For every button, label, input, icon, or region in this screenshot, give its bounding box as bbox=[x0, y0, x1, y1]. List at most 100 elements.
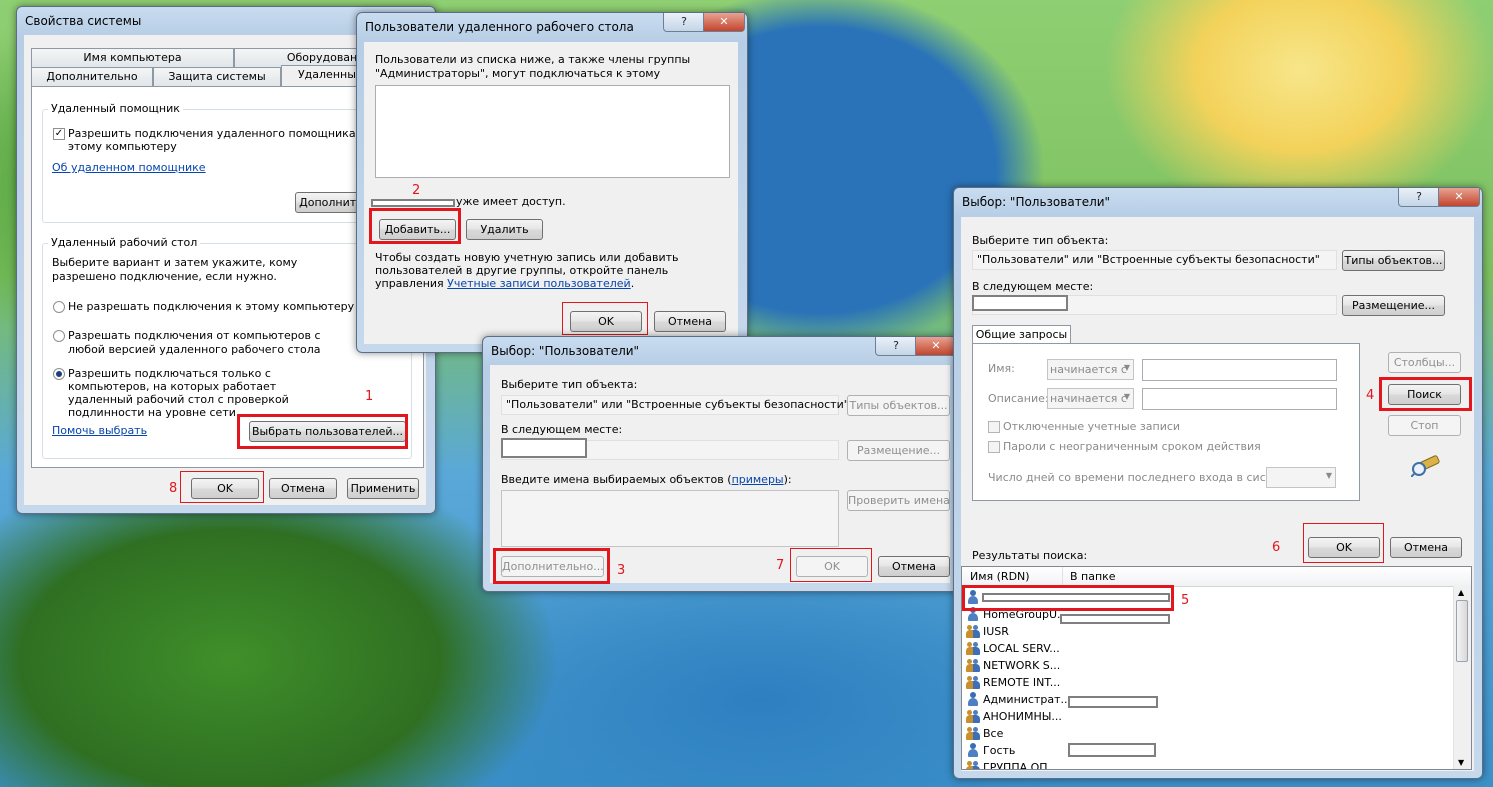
rdu-cancel-button[interactable]: Отмена bbox=[654, 311, 726, 332]
disabled-accounts-checkbox[interactable] bbox=[988, 421, 1000, 433]
name-filter-combo[interactable]: начинается с ▼ bbox=[1047, 359, 1134, 380]
description-input[interactable] bbox=[1142, 388, 1337, 410]
redacted-location bbox=[972, 295, 1068, 311]
scroll-up-icon[interactable]: ▲ bbox=[1458, 588, 1464, 597]
tab-common-queries[interactable]: Общие запросы bbox=[972, 325, 1071, 344]
annotation-number-7: 7 bbox=[776, 558, 785, 573]
users-list[interactable] bbox=[375, 85, 730, 178]
already-access-label: уже имеет доступ. bbox=[456, 195, 566, 208]
window-title: Выбор: "Пользователи" bbox=[491, 344, 640, 358]
help-icon[interactable]: ? bbox=[1398, 188, 1440, 207]
object-type-label: Выберите тип объекта: bbox=[972, 234, 1109, 247]
tab-system-protection[interactable]: Защита системы bbox=[153, 67, 281, 86]
group-icon bbox=[966, 675, 980, 689]
sel2-cancel-button[interactable]: Отмена bbox=[1390, 537, 1462, 558]
close-icon[interactable]: ✕ bbox=[915, 337, 957, 356]
help-choose-link[interactable]: Помочь выбрать bbox=[52, 424, 147, 437]
close-icon[interactable]: ✕ bbox=[703, 13, 745, 32]
col-name-header[interactable]: Имя (RDN) bbox=[970, 570, 1030, 583]
remove-button[interactable]: Удалить bbox=[466, 219, 543, 240]
locations-button[interactable]: Размещение... bbox=[1342, 295, 1445, 316]
about-assistance-link[interactable]: Об удаленном помощнике bbox=[52, 161, 206, 174]
radio-any-version-label: Разрешать подключения от компьютеров с л… bbox=[68, 329, 321, 356]
list-item[interactable]: IUSR bbox=[966, 623, 1009, 640]
radio-nla-only[interactable] bbox=[53, 368, 65, 380]
columns-button[interactable]: Столбцы... bbox=[1388, 352, 1461, 373]
check-names-button[interactable]: Проверить имена bbox=[847, 490, 950, 511]
list-item[interactable]: АНОНИМНЫ... bbox=[966, 708, 1062, 725]
accounts-hint: Чтобы создать новую учетную запись или д… bbox=[375, 251, 679, 290]
results-scrollbar[interactable]: ▲ ▼ bbox=[1453, 586, 1471, 769]
annotation-number-8: 8 bbox=[169, 481, 178, 496]
object-types-button[interactable]: Типы объектов... bbox=[847, 395, 950, 416]
group-icon bbox=[966, 709, 980, 723]
group-icon bbox=[966, 658, 980, 672]
description-filter-combo[interactable]: начинается с ▼ bbox=[1047, 388, 1134, 409]
list-item[interactable]: NETWORK S... bbox=[966, 657, 1060, 674]
enter-names-label: Введите имена выбираемых объектов (приме… bbox=[501, 473, 792, 486]
group-icon bbox=[966, 726, 980, 740]
user-icon bbox=[966, 692, 980, 706]
name-input[interactable] bbox=[1142, 359, 1337, 381]
description-label: Описание: bbox=[988, 392, 1049, 405]
radio-any-version[interactable] bbox=[53, 330, 65, 342]
remote-desktop-description: Выберите вариант и затем укажите, кому р… bbox=[52, 256, 298, 283]
days-label: Число дней со времени последнего входа в… bbox=[988, 471, 1298, 484]
group-icon bbox=[966, 641, 980, 655]
select-users-advanced-client: Выберите тип объекта: "Пользователи" или… bbox=[961, 217, 1474, 771]
assist-checkbox-label: Разрешить подключения удаленного помощни… bbox=[68, 127, 366, 153]
list-item[interactable]: LOCAL SERV... bbox=[966, 640, 1060, 657]
scroll-down-icon[interactable]: ▼ bbox=[1458, 758, 1464, 767]
close-icon[interactable]: ✕ bbox=[1438, 188, 1480, 207]
object-type-value: "Пользователи" или "Встроенные субъекты … bbox=[972, 250, 1337, 270]
remote-desktop-group-title: Удаленный рабочий стол bbox=[48, 236, 201, 249]
annotation-box-2 bbox=[369, 208, 461, 244]
help-icon[interactable]: ? bbox=[663, 13, 705, 32]
tab-advanced[interactable]: Дополнительно bbox=[31, 67, 153, 86]
names-input[interactable] bbox=[501, 490, 839, 547]
tab-computer-name[interactable]: Имя компьютера bbox=[31, 48, 234, 67]
list-item[interactable]: Гость bbox=[966, 742, 1015, 759]
annotation-number-6: 6 bbox=[1272, 540, 1281, 555]
location-label: В следующем месте: bbox=[972, 280, 1094, 293]
radio-nla-only-label: Разрешить подключаться только с компьюте… bbox=[68, 367, 289, 419]
redacted-result-folder bbox=[1068, 696, 1158, 708]
user-accounts-link[interactable]: Учетные записи пользователей bbox=[447, 277, 631, 290]
disabled-accounts-label: Отключенные учетные записи bbox=[1003, 420, 1181, 433]
annotation-box-8 bbox=[180, 471, 264, 503]
sys-apply-button[interactable]: Применить bbox=[347, 478, 419, 499]
group-icon bbox=[966, 624, 980, 638]
col-folder-header[interactable]: В папке bbox=[1070, 570, 1116, 583]
results-label: Результаты поиска: bbox=[972, 549, 1088, 562]
window-title: Свойства системы bbox=[25, 14, 142, 28]
annotation-number-2: 2 bbox=[412, 183, 421, 198]
chevron-down-icon: ▼ bbox=[1325, 471, 1332, 480]
remote-assistance-group-title: Удаленный помощник bbox=[48, 102, 183, 115]
list-item[interactable]: ГРУППА ОП... bbox=[966, 759, 1058, 769]
scroll-thumb[interactable] bbox=[1456, 600, 1468, 662]
annotation-number-1: 1 bbox=[365, 389, 374, 404]
redacted-result-folder bbox=[1060, 614, 1170, 624]
sys-cancel-button[interactable]: Отмена bbox=[269, 478, 337, 499]
assist-checkbox[interactable]: ✓ bbox=[53, 128, 65, 140]
list-item[interactable]: Администрат... bbox=[966, 691, 1071, 708]
object-type-value: "Пользователи" или "Встроенные субъекты … bbox=[501, 395, 849, 415]
object-types-button[interactable]: Типы объектов... bbox=[1342, 250, 1445, 271]
annotation-number-5: 5 bbox=[1181, 593, 1190, 608]
examples-link[interactable]: примеры bbox=[732, 473, 784, 486]
chevron-down-icon: ▼ bbox=[1123, 392, 1130, 401]
radio-deny-label: Не разрешать подключения к этому компьют… bbox=[68, 300, 355, 313]
user-icon bbox=[966, 743, 980, 757]
list-item[interactable]: Все bbox=[966, 725, 1003, 742]
locations-button[interactable]: Размещение... bbox=[847, 440, 950, 461]
list-item[interactable]: REMOTE INT... bbox=[966, 674, 1060, 691]
annotation-box-1 bbox=[237, 414, 408, 449]
days-combo[interactable]: ▼ bbox=[1266, 467, 1336, 488]
radio-deny[interactable] bbox=[53, 301, 65, 313]
noexpire-label: Пароли с неограниченным сроком действия bbox=[1003, 440, 1261, 453]
help-icon[interactable]: ? bbox=[875, 337, 917, 356]
noexpire-checkbox[interactable] bbox=[988, 441, 1000, 453]
stop-button[interactable]: Стоп bbox=[1388, 415, 1461, 436]
redacted-user bbox=[371, 199, 455, 207]
sel1-cancel-button[interactable]: Отмена bbox=[878, 556, 950, 577]
